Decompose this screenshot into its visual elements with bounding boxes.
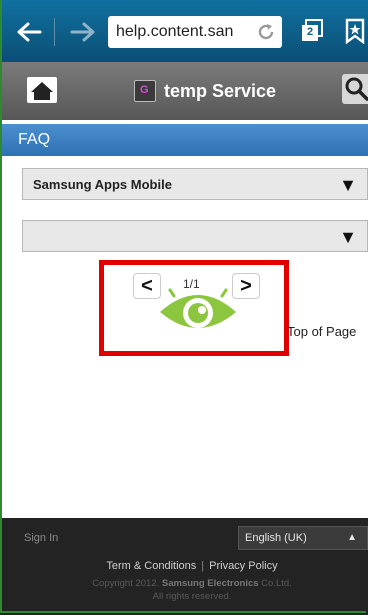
service-logo-icon: G <box>134 80 156 102</box>
browser-toolbar: help.content.san 2 <box>0 0 368 62</box>
next-page-button[interactable]: > <box>232 273 260 299</box>
category-select-value: Samsung Apps Mobile <box>33 177 172 192</box>
tabs-button[interactable]: 2 <box>300 18 326 44</box>
copyright-suffix: Co.Ltd. <box>261 578 292 589</box>
tab-count: 2 <box>307 26 314 38</box>
sign-in-link[interactable]: Sign In <box>24 532 58 544</box>
search-icon <box>345 77 368 101</box>
page-counter: 1/1 <box>183 277 200 291</box>
rights-text: All rights reserved. <box>152 591 232 602</box>
language-select-value: English (UK) <box>245 532 307 544</box>
previous-page-button[interactable]: < <box>133 273 161 299</box>
faq-title: FAQ <box>18 131 51 148</box>
refresh-icon[interactable] <box>256 22 276 42</box>
privacy-link[interactable]: Privacy Policy <box>209 560 277 572</box>
site-header: G temp Service <box>0 62 368 120</box>
copyright: Copyright 2012. Samsung Electronics Co.L… <box>0 577 368 603</box>
subcategory-select[interactable]: ▼ <box>22 220 368 252</box>
footer: Sign In English (UK) ▲ Term & Conditions… <box>0 518 368 615</box>
copyright-company: Samsung Electronics <box>161 578 259 589</box>
dropdown-arrow-icon: ▼ <box>339 175 357 195</box>
terms-link[interactable]: Term & Conditions <box>106 560 196 572</box>
language-select[interactable]: English (UK) ▲ <box>238 526 368 550</box>
footer-separator: | <box>201 560 205 572</box>
back-arrow-icon[interactable] <box>14 18 44 46</box>
site-title: temp Service <box>164 81 277 101</box>
copyright-prefix: Copyright 2012. <box>92 578 160 589</box>
bookmark-button[interactable] <box>344 18 366 45</box>
dropdown-arrow-icon: ▼ <box>339 227 357 247</box>
search-button[interactable] <box>342 74 368 104</box>
faq-bar: FAQ <box>0 124 368 156</box>
chevron-up-icon: ▲ <box>347 532 357 543</box>
address-bar[interactable]: help.content.san <box>108 16 282 48</box>
home-icon[interactable] <box>26 76 58 104</box>
forward-arrow-icon[interactable] <box>68 18 98 46</box>
category-select[interactable]: Samsung Apps Mobile ▼ <box>22 168 368 200</box>
chevron-left-icon: < <box>141 275 153 297</box>
bookmark-icon <box>345 18 365 45</box>
chevron-right-icon: > <box>240 275 252 297</box>
toolbar-divider <box>54 18 55 46</box>
footer-links: Term & Conditions | Privacy Policy <box>0 560 368 572</box>
url-text: help.content.san <box>116 23 234 40</box>
top-of-page-link[interactable]: Top of Page <box>287 324 356 339</box>
